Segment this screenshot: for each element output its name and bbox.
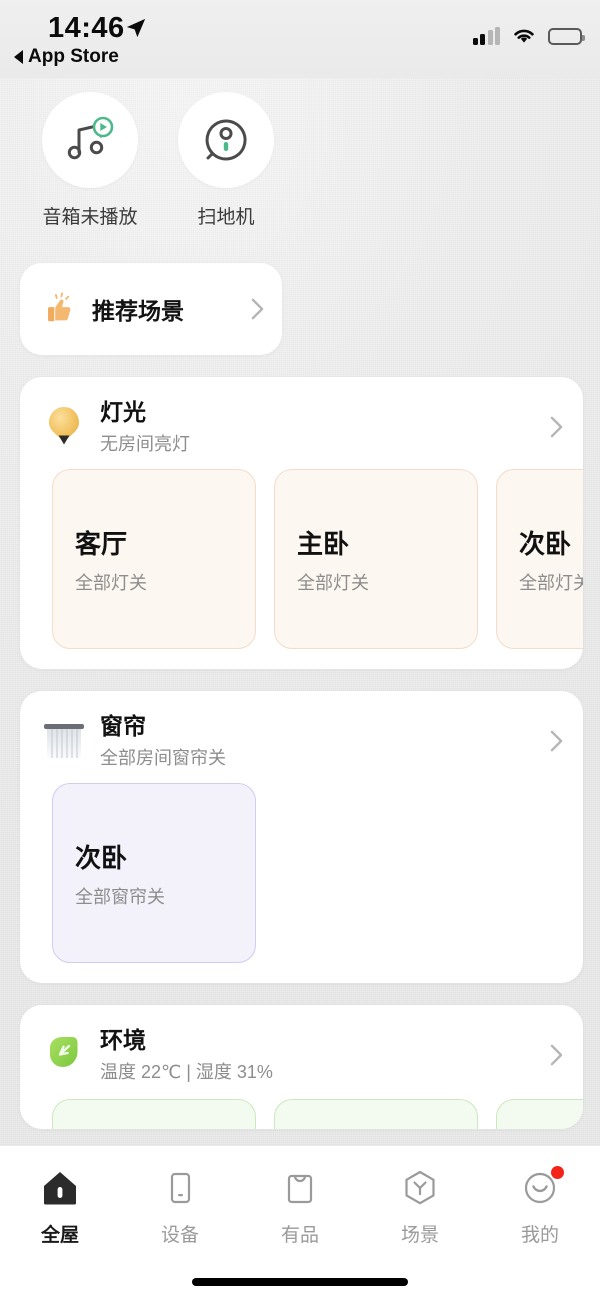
room-tile[interactable] <box>496 1099 583 1129</box>
device-icon <box>160 1166 200 1210</box>
room-tile[interactable] <box>52 1099 256 1129</box>
home-indicator <box>192 1278 408 1286</box>
back-label: App Store <box>28 46 119 67</box>
tab-youpin[interactable]: 有品 <box>240 1166 360 1247</box>
chevron-right-icon[interactable] <box>550 730 563 752</box>
music-note-play-icon <box>67 116 114 160</box>
curtain-room-tiles: 次卧 全部窗帘关 <box>20 773 583 963</box>
smiley-face-icon <box>520 1166 564 1210</box>
notification-badge <box>551 1166 564 1179</box>
section-lighting-title: 灯光 <box>100 398 146 425</box>
section-environment: 环境 温度 22℃ | 湿度 31% <box>20 1005 583 1129</box>
room-tile[interactable]: 次卧 全部窗帘关 <box>52 783 256 963</box>
room-tile[interactable]: 主卧 全部灯关 <box>274 469 478 649</box>
section-environment-header[interactable]: 环境 温度 22℃ | 湿度 31% <box>20 1023 583 1087</box>
status-bar-time: 14:46 <box>48 12 125 44</box>
section-environment-title: 环境 <box>100 1026 146 1053</box>
status-bar-indicators <box>472 26 585 45</box>
tab-whole-house-label: 全屋 <box>40 1225 79 1246</box>
tab-devices[interactable]: 设备 <box>120 1166 240 1247</box>
battery-icon <box>548 28 585 45</box>
quick-tile-vacuum-label: 扫地机 <box>197 207 255 228</box>
room-tile[interactable]: 次卧 全部灯关 <box>496 469 583 649</box>
triangle-left-icon <box>14 50 23 64</box>
room-tile[interactable] <box>274 1099 478 1129</box>
recommended-scene-card[interactable]: 推荐场景 <box>20 263 282 355</box>
tab-youpin-label: 有品 <box>280 1225 319 1246</box>
location-arrow-icon <box>126 18 146 38</box>
environment-room-tiles <box>20 1087 583 1129</box>
lighting-room-tiles: 客厅 全部灯关 主卧 全部灯关 次卧 全部灯关 <box>20 459 583 649</box>
room-tile-state: 全部灯关 <box>297 572 369 593</box>
tab-scenes-label: 场景 <box>400 1225 439 1246</box>
section-curtain-text: 窗帘 全部房间窗帘关 <box>100 712 550 771</box>
tab-mine[interactable]: 我的 <box>480 1166 600 1247</box>
section-lighting-header[interactable]: 灯光 无房间亮灯 <box>20 395 583 459</box>
room-tile-name: 次卧 <box>75 842 128 873</box>
chevron-right-icon[interactable] <box>550 1044 563 1066</box>
light-bulb-icon <box>42 403 86 451</box>
cellular-signal-icon <box>472 27 500 45</box>
chevron-right-icon <box>251 298 264 320</box>
status-bar: 14:46 App Store <box>0 0 600 78</box>
leaf-icon <box>42 1031 86 1079</box>
room-tile[interactable]: 客厅 全部灯关 <box>52 469 256 649</box>
section-lighting: 灯光 无房间亮灯 客厅 全部灯关 主卧 全部灯关 次卧 全部灯关 <box>20 377 583 669</box>
thumbs-up-icon <box>48 292 71 322</box>
section-curtain-header[interactable]: 窗帘 全部房间窗帘关 <box>20 709 583 773</box>
bottom-tab-bar: 全屋 设备 有品 场景 我的 <box>0 1146 600 1298</box>
curtain-icon <box>42 717 86 765</box>
shopping-bag-icon <box>280 1166 320 1210</box>
wifi-icon <box>514 29 534 43</box>
hexagon-scene-icon <box>400 1166 440 1210</box>
tab-devices-label: 设备 <box>160 1225 199 1246</box>
quick-access-row: 音箱未播放 扫地机 <box>0 78 600 229</box>
app-screen: 14:46 App Store 音箱未播放 扫地机 推荐场景 灯光 无房间亮灯 … <box>0 0 600 1298</box>
section-lighting-text: 灯光 无房间亮灯 <box>100 398 550 457</box>
quick-tile-speaker[interactable]: 音箱未播放 <box>42 92 138 229</box>
section-curtain-title: 窗帘 <box>100 712 146 739</box>
robot-vacuum-icon <box>205 119 247 161</box>
quick-tile-speaker-label: 音箱未播放 <box>42 207 138 228</box>
chevron-right-icon[interactable] <box>550 416 563 438</box>
recommended-scene-title: 推荐场景 <box>92 298 184 324</box>
section-curtain-subtitle: 全部房间窗帘关 <box>100 748 226 769</box>
back-to-app-store-link[interactable]: App Store <box>14 46 119 68</box>
section-environment-subtitle: 温度 22℃ | 湿度 31% <box>100 1062 273 1083</box>
tab-scenes[interactable]: 场景 <box>360 1166 480 1247</box>
room-tile-name: 客厅 <box>75 528 128 559</box>
speaker-button[interactable] <box>42 92 138 188</box>
tab-whole-house[interactable]: 全屋 <box>0 1166 120 1247</box>
room-tile-state: 全部灯关 <box>519 572 583 593</box>
house-icon <box>40 1166 80 1210</box>
room-tile-name: 次卧 <box>519 528 572 559</box>
vacuum-button[interactable] <box>178 92 274 188</box>
section-curtain: 窗帘 全部房间窗帘关 次卧 全部窗帘关 <box>20 691 583 983</box>
room-tile-state: 全部窗帘关 <box>75 886 165 907</box>
tab-mine-label: 我的 <box>520 1225 559 1246</box>
room-tile-name: 主卧 <box>297 528 350 559</box>
section-lighting-subtitle: 无房间亮灯 <box>100 434 190 455</box>
quick-tile-vacuum[interactable]: 扫地机 <box>178 92 274 229</box>
room-tile-state: 全部灯关 <box>75 572 147 593</box>
section-environment-text: 环境 温度 22℃ | 湿度 31% <box>100 1026 550 1085</box>
